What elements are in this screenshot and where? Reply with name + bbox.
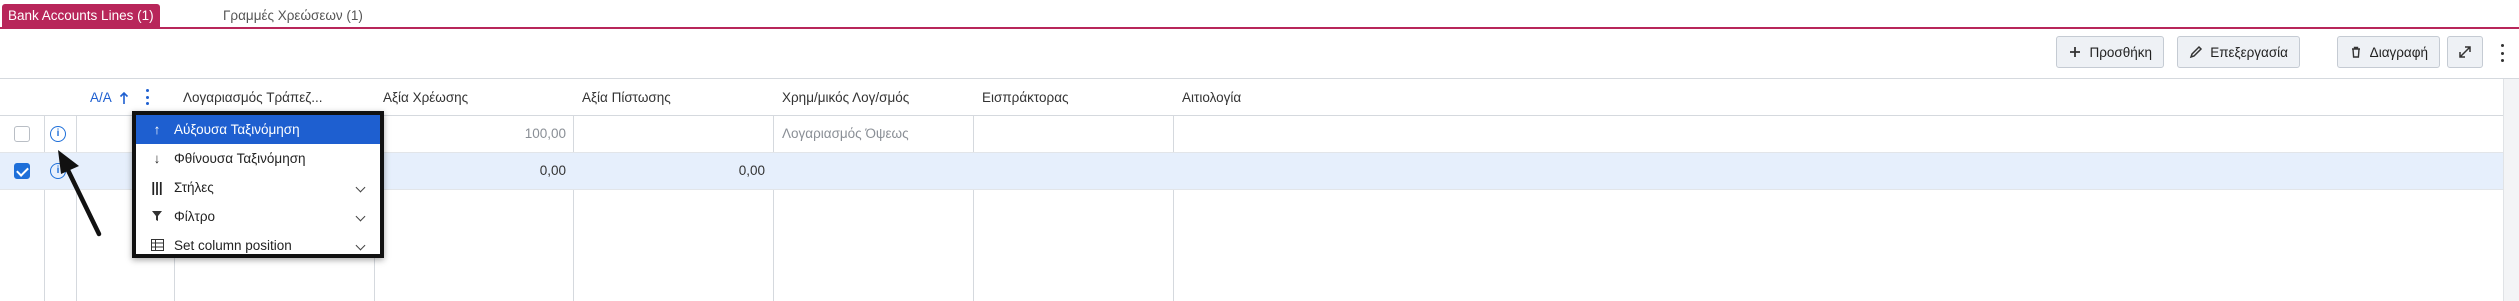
delete-button-label: Διαγραφή <box>2369 44 2428 60</box>
chevron-down-icon <box>355 211 366 222</box>
menu-item-columns[interactable]: ||| Στήλες <box>136 173 380 202</box>
header-aa[interactable]: Α/Α <box>82 79 112 116</box>
header-reason[interactable]: Αιτιολογία <box>1174 79 1241 116</box>
cell-financial-account: Λογαριασμός Όψεως <box>782 126 909 141</box>
column-menu-icon[interactable] <box>146 89 150 105</box>
plus-icon <box>2070 47 2081 57</box>
cell-debit: 100,00 <box>524 126 566 141</box>
sort-up-icon[interactable] <box>119 91 129 105</box>
row-checkbox[interactable] <box>14 163 30 179</box>
more-options-icon[interactable] <box>2497 44 2507 62</box>
sort-desc-icon: ↓ <box>153 151 161 166</box>
menu-item-label: Φίλτρο <box>174 209 216 224</box>
edit-button-label: Επεξεργασία <box>2210 44 2288 60</box>
delete-button[interactable]: Διαγραφή <box>2336 36 2440 68</box>
add-button[interactable]: Προσθήκη <box>2056 36 2164 68</box>
annotation-arrow-icon <box>58 150 102 237</box>
row-checkbox[interactable] <box>14 126 30 142</box>
menu-item-label: Αύξουσα Ταξινόμηση <box>174 122 300 137</box>
header-collector[interactable]: Εισπράκτορας <box>974 79 1069 116</box>
tab-charge-lines[interactable]: Γραμμές Χρεώσεων (1) <box>217 4 369 27</box>
expand-icon <box>2459 46 2471 58</box>
header-debit[interactable]: Αξία Χρέωσης <box>375 79 468 116</box>
menu-item-filter[interactable]: Φίλτρο <box>136 202 380 231</box>
expand-button[interactable] <box>2447 36 2483 68</box>
header-financial-account[interactable]: Χρημ/μικός Λογ/σμός <box>774 79 909 116</box>
menu-item-label: Set column position <box>174 238 292 253</box>
trash-icon <box>2351 46 2360 58</box>
chevron-down-icon <box>355 182 366 193</box>
pencil-icon <box>2190 45 2203 59</box>
menu-item-label: Στήλες <box>174 180 214 195</box>
menu-item-set-column-position[interactable]: Set column position <box>136 231 380 260</box>
tab-bank-accounts-lines[interactable]: Bank Accounts Lines (1) <box>2 4 160 27</box>
vertical-scrollbar[interactable] <box>2503 79 2519 301</box>
info-icon[interactable]: i <box>50 126 66 142</box>
add-button-label: Προσθήκη <box>2089 44 2152 60</box>
chevron-down-icon <box>355 240 366 251</box>
menu-item-sort-ascending[interactable]: ↑ Αύξουσα Ταξινόμηση <box>136 115 380 144</box>
grid-toolbar: Προσθήκη Επεξεργασία Διαγραφή <box>1819 36 2519 70</box>
filter-icon <box>150 202 164 232</box>
menu-item-sort-descending[interactable]: ↓ Φθίνουσα Ταξινόμηση <box>136 144 380 173</box>
tab-bar: Bank Accounts Lines (1) Γραμμές Χρεώσεων… <box>0 0 2519 29</box>
columns-icon: ||| <box>151 180 163 195</box>
menu-item-label: Φθίνουσα Ταξινόμηση <box>174 151 306 166</box>
cell-credit <box>574 116 765 152</box>
cell-debit: 0,00 <box>539 163 566 178</box>
header-credit[interactable]: Αξία Πίστωσης <box>574 79 671 116</box>
column-position-icon <box>150 231 164 261</box>
cell-credit: 0,00 <box>738 163 765 178</box>
edit-button[interactable]: Επεξεργασία <box>2177 36 2300 68</box>
sort-asc-icon: ↑ <box>153 122 161 137</box>
column-context-menu: ↑ Αύξουσα Ταξινόμηση ↓ Φθίνουσα Ταξινόμη… <box>132 111 384 258</box>
